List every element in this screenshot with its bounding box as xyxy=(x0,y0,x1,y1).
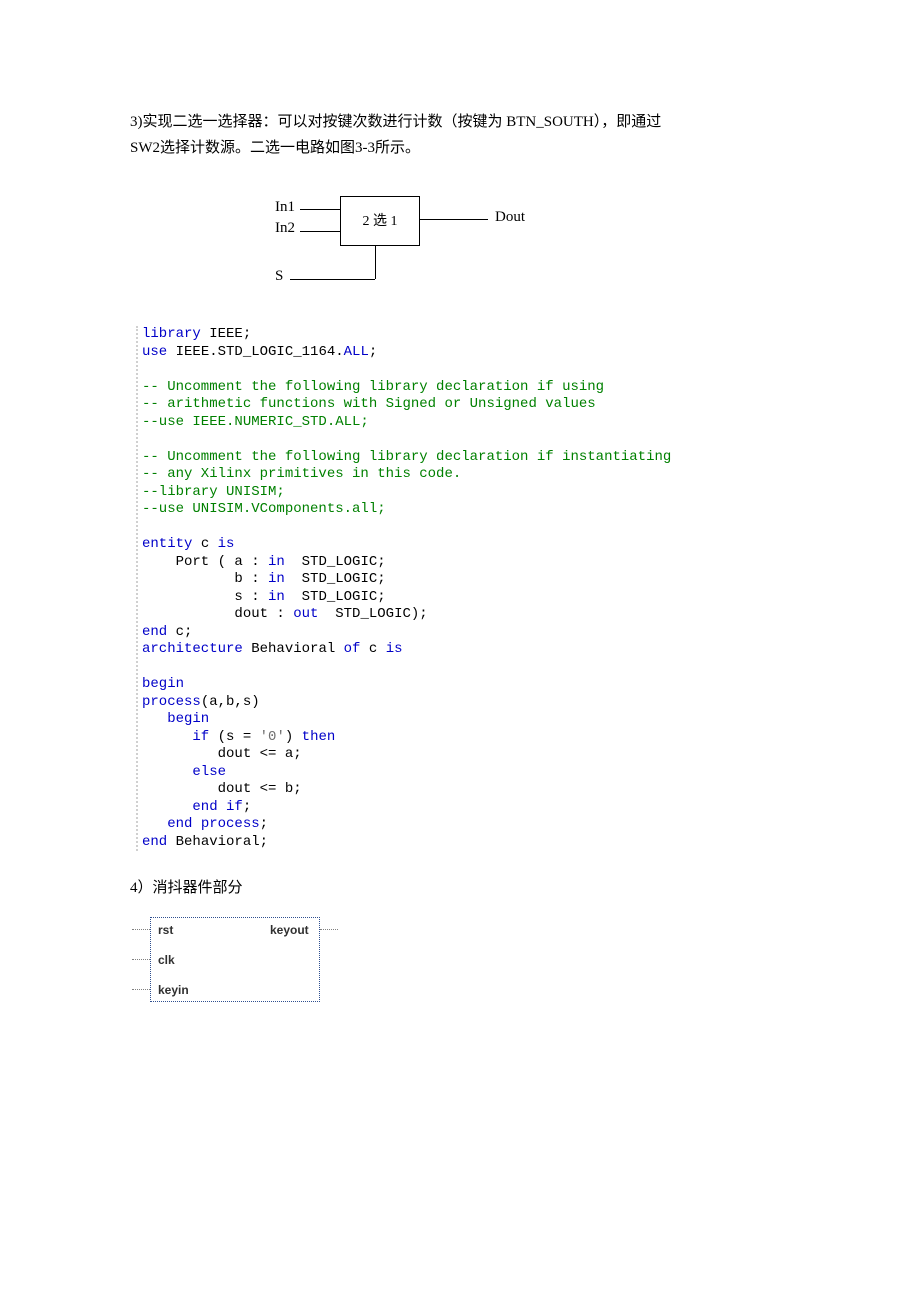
assign2: dout <= b; xyxy=(142,781,302,797)
section3-line1: 3)实现二选一选择器：可以对按键次数进行计数（按键为 BTN_SOUTH），即通… xyxy=(130,110,790,136)
cmt-3: --use IEEE.NUMERIC_STD.ALL; xyxy=(142,414,369,430)
db-stub-keyout xyxy=(320,929,338,930)
mux-diagram: In1 In2 S Dout 2 选 1 xyxy=(190,196,550,306)
db-stub-rst xyxy=(132,929,150,930)
kw-entity: entity xyxy=(142,536,192,552)
mux-wire-s-h xyxy=(290,279,375,280)
mux-box: 2 选 1 xyxy=(340,196,420,246)
mux-wire-out xyxy=(420,219,488,220)
kw-process: process xyxy=(142,694,201,710)
kw-is1: is xyxy=(218,536,235,552)
kw-in1: in xyxy=(268,554,285,570)
mux-wire-in1 xyxy=(300,209,340,210)
cmt-5: -- any Xilinx primitives in this code. xyxy=(142,466,461,482)
kw-out: out xyxy=(293,606,318,622)
kw-in3: in xyxy=(268,589,285,605)
port2a: b : xyxy=(142,571,268,587)
endproc-c: ; xyxy=(260,816,268,832)
id-stdlogic1164: IEEE.STD_LOGIC_1164. xyxy=(167,344,343,360)
kw-else: else xyxy=(142,764,226,780)
mux-dout-label: Dout xyxy=(495,209,525,226)
arch-d: c xyxy=(360,641,385,657)
if-d: ) xyxy=(285,729,302,745)
db-stub-clk xyxy=(132,959,150,960)
debounce-diagram: rst clk keyin keyout xyxy=(130,917,340,1007)
port4c: STD_LOGIC); xyxy=(318,606,427,622)
kw-endproc-a: end xyxy=(142,816,201,832)
port1a: Port ( a : xyxy=(142,554,268,570)
kw-if: if xyxy=(142,729,218,745)
kw-in2: in xyxy=(268,571,285,587)
db-rst-label: rst xyxy=(158,923,173,937)
endif-c: ; xyxy=(243,799,251,815)
kw-end1: end xyxy=(142,624,167,640)
kw-endproc-b: process xyxy=(201,816,260,832)
cmt-6: --library UNISIM; xyxy=(142,484,285,500)
db-keyin-label: keyin xyxy=(158,983,189,997)
port4a: dout : xyxy=(142,606,293,622)
mux-wire-in2 xyxy=(300,231,340,232)
proc-b: (a,b,s) xyxy=(201,694,260,710)
mux-in1-label: In1 xyxy=(275,199,295,216)
port2c: STD_LOGIC; xyxy=(285,571,386,587)
kw-begin1: begin xyxy=(142,676,184,692)
cmt-1: -- Uncomment the following library decla… xyxy=(142,379,604,395)
mux-in2-label: In2 xyxy=(275,220,295,237)
kw-endarch-a: end xyxy=(142,834,167,850)
arch-b: Behavioral xyxy=(243,641,344,657)
kw-library: library xyxy=(142,326,201,342)
ent-name: c xyxy=(192,536,217,552)
str-0: '0' xyxy=(260,729,285,745)
endarch-b: Behavioral; xyxy=(167,834,268,850)
cmt-2: -- arithmetic functions with Signed or U… xyxy=(142,396,596,412)
mux-wire-s-v xyxy=(375,246,376,279)
db-keyout-label: keyout xyxy=(270,923,309,937)
port3a: s : xyxy=(142,589,268,605)
port1c: STD_LOGIC; xyxy=(285,554,386,570)
kw-endif-b: if xyxy=(226,799,243,815)
kw-all: ALL xyxy=(344,344,369,360)
kw-of: of xyxy=(344,641,361,657)
semi1: ; xyxy=(369,344,377,360)
cmt-4: -- Uncomment the following library decla… xyxy=(142,449,671,465)
section4-title: 4）消抖器件部分 xyxy=(130,876,790,897)
section3-line2: SW2选择计数源。二选一电路如图3-3所示。 xyxy=(130,136,790,162)
port3c: STD_LOGIC; xyxy=(285,589,386,605)
kw-then: then xyxy=(302,729,336,745)
id-ieee: IEEE; xyxy=(201,326,251,342)
kw-begin2: begin xyxy=(142,711,209,727)
mux-s-label: S xyxy=(275,268,283,285)
kw-use: use xyxy=(142,344,167,360)
endc-b: c; xyxy=(167,624,192,640)
cmt-7: --use UNISIM.VComponents.all; xyxy=(142,501,386,517)
if-b: (s = xyxy=(218,729,260,745)
db-stub-keyin xyxy=(132,989,150,990)
kw-is2: is xyxy=(386,641,403,657)
kw-endif-a: end xyxy=(142,799,226,815)
vhdl-code: library IEEE; use IEEE.STD_LOGIC_1164.AL… xyxy=(136,326,790,851)
assign1: dout <= a; xyxy=(142,746,302,762)
kw-arch: architecture xyxy=(142,641,243,657)
db-clk-label: clk xyxy=(158,953,175,967)
